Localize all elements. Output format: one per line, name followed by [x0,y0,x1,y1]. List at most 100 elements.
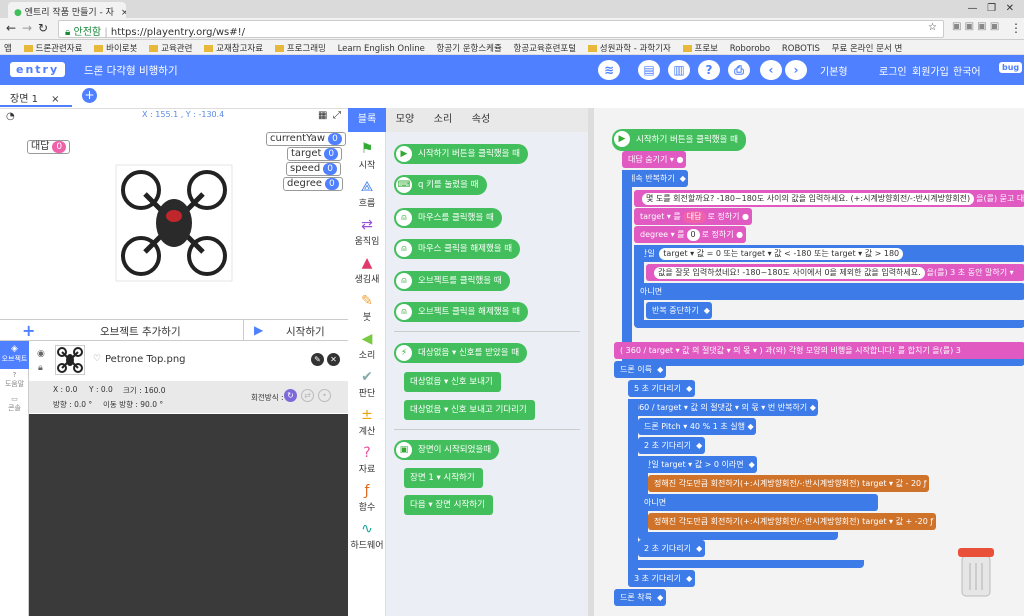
wait-block[interactable]: 2 초 기다리기 ◆ [638,540,705,557]
start-event-block[interactable]: ▶ 시작하기 버튼을 클릭했을 때 [612,129,747,151]
ask-block[interactable]: 몇 도를 회전할까요? -180~180도 사이의 값을 입력하세요. (+:시… [634,190,1024,207]
undo-icon[interactable]: ‹ [760,60,782,80]
category-calc[interactable]: ± 계산 [348,402,386,442]
bookmark-item[interactable]: 프로그래밍 [274,42,326,54]
bookmark-item[interactable]: Learn English Online [338,44,425,54]
rotate-cw-block[interactable]: 정해진 각도만큼 회전하기(+:시계방향회전/-:반시계방향회전) target… [648,475,930,492]
stop-repeat-block[interactable]: 반복 중단하기 ◆ [646,302,713,319]
palette-block[interactable]: 다음 ▾ 장면 시작하기 [404,495,494,515]
hide-answer-block[interactable]: 대답 숨기기 ▾ ● [622,151,686,168]
object-y[interactable]: Y : 0.0 [89,385,113,394]
bookmark-item[interactable]: 교재참고자료 [204,42,263,54]
wait-block[interactable]: 2 초 기다리기 ◆ [638,437,705,454]
repeat-block[interactable]: 360 / target ▾ 값 의 절댓값 ▾ 의 몫 ▾ 번 반복하기 ◆ [628,399,819,416]
bookmark-item[interactable]: 무료 온라인 문서 변 [832,42,903,54]
drone-sprite[interactable] [115,164,233,282]
help-icon[interactable]: ? [698,60,720,80]
bookmark-item[interactable]: 교육관련 [149,42,192,54]
rotate-horizontal-icon[interactable]: ⇄ [301,389,314,402]
set-degree-block[interactable]: degree ▾ 를0로 정하기 ● [634,226,746,243]
category-start[interactable]: ⚑ 시작 [348,136,386,176]
minimize-icon[interactable]: — [968,3,978,14]
say-polygon-block[interactable]: ( 360 / target ▾ 값 의 절댓값 ▾ 의 몫 ▾ ) 과(와) … [614,342,1024,359]
tab-console[interactable]: ▭ 콘솔 [0,395,29,421]
tab-blocks[interactable]: 블록 [348,108,386,132]
category-data[interactable]: ? 자료 [348,440,386,480]
palette-block[interactable]: ⍝ 오브젝트 클릭을 해제했을 때 [394,302,529,322]
entry-logo[interactable]: entry [10,62,66,77]
project-title[interactable]: 드론 다각형 비행하기 [84,63,178,78]
print-icon[interactable]: ⎙ [728,60,750,80]
bookmark-item[interactable]: 드론관련자료 [23,42,82,54]
speed-gauge-icon[interactable]: ◔ [6,111,15,122]
land-block[interactable]: 드론 착륙 ◆ [614,589,666,606]
palette-block[interactable]: ⍝ 오브젝트를 클릭했을 때 [394,271,510,291]
add-scene-button[interactable]: + [82,88,97,103]
star-icon[interactable]: ☆ [928,22,937,33]
tab-properties[interactable]: 속성 [462,108,500,132]
palette-block[interactable]: ⍝ 마우스를 클릭했을 때 [394,208,502,228]
object-card[interactable]: ◉ 🔒︎ ♡ Petrone Top.png ✎ ✕ X : 0.0 Y : 0… [29,341,348,413]
bug-button[interactable]: bug [999,62,1023,73]
eye-icon[interactable]: ◉ [37,349,45,359]
forward-icon[interactable]: → [22,21,32,35]
start-button[interactable]: 시작하기 [286,324,325,339]
category-motion[interactable]: ⇄ 움직임 [348,212,386,252]
save-icon[interactable]: ▥ [668,60,690,80]
rotate-ccw-block[interactable]: 정해진 각도만큼 회전하기(+:시계방향회전/-:반시계방향회전) target… [648,513,936,530]
stage[interactable]: ◔ X : 155.1 , Y : -130.4 ▦ ⤢ 대답 0 current… [0,108,348,318]
plus-icon[interactable]: + [22,321,35,340]
category-hardware[interactable]: ∿ 하드웨어 [348,516,386,556]
palette-block[interactable]: ▣ 장면이 시작되었을때 [394,440,500,460]
bookmark-item[interactable]: 항공기 운항스케쥴 [437,42,502,54]
close-window-icon[interactable]: ✕ [1006,3,1014,14]
palette-block[interactable]: ▶ 시작하기 버튼을 클릭했을 때 [394,144,529,164]
new-file-icon[interactable]: ▤ [638,60,660,80]
bookmark-item[interactable]: ROBOTIS [782,44,820,54]
bookmark-item[interactable]: 성원과학 - 과학기자 [587,42,671,54]
pitch-block[interactable]: 드론 Pitch ▾ 40 % 1 초 실행 ◆ [638,418,757,435]
back-icon[interactable]: ← [6,21,16,35]
if-block[interactable]: 만일 target ▾ 값 = 0 또는 target ▾ 값 < -180 또… [634,245,1024,262]
trash-icon[interactable] [956,546,996,598]
menu-icon[interactable]: ⋮ [1010,21,1022,35]
category-judgement[interactable]: ✔ 판단 [348,364,386,404]
category-function[interactable]: ƒ 함수 [348,478,386,518]
palette-block[interactable]: 대상없음 ▾ 신호 보내기 [404,372,501,392]
object-move-direction[interactable]: 이동 방향 : 90.0 ° [103,399,163,410]
play-icon[interactable]: ▶ [254,323,263,337]
object-size[interactable]: 크기 : 160.0 [123,385,166,396]
object-x[interactable]: X : 0.0 [53,385,77,394]
takeoff-block[interactable]: 드론 이륙 ◆ [614,361,666,378]
object-direction[interactable]: 방향 : 0.0 ° [53,399,92,410]
if-positive-block[interactable]: 만일 target ▾ 값 > 0 이라면 ◆ [638,456,758,473]
edit-icon[interactable]: ✎ [311,353,324,366]
wait-block[interactable]: 5 초 기다리기 ◆ [628,380,695,397]
bookmark-item[interactable]: 바이로봇 [94,42,137,54]
grid-icon[interactable]: ▦ [318,110,327,121]
object-name[interactable]: Petrone Top.png [105,354,186,365]
script-workspace[interactable]: ▶ 시작하기 버튼을 클릭했을 때 대답 숨기기 ▾ ● 계속 반복하기 ◆ 몇 … [593,108,1024,616]
wait-block[interactable]: 3 초 기다리기 ◆ [628,570,695,587]
tab-shapes[interactable]: 모양 [386,108,424,132]
palette-block[interactable]: ⌨ q 키를 눌렀을 때 [394,175,487,195]
palette-block[interactable]: ⍝ 마우스 클릭을 해제했을 때 [394,239,521,259]
rotate-none-icon[interactable]: • [318,389,331,402]
palette-block[interactable]: 장면 1 ▾ 시작하기 [404,468,483,488]
palette-block[interactable]: 대상없음 ▾ 신호 보내고 기다리기 [404,400,535,420]
maximize-icon[interactable]: ❐ [987,3,996,14]
fullscreen-icon[interactable]: ⤢ [333,110,341,121]
say-block[interactable]: 값을 잘못 입력하셨네요! -180~180도 사이에서 0을 제외한 값을 입… [646,264,1024,281]
add-object-button[interactable]: 오브젝트 추가하기 [100,324,181,339]
login-link[interactable]: 로그인 [879,63,907,78]
url-field[interactable]: 🔒︎ 안전함 | https://playentry.org/ws#!/ ☆ [58,20,944,38]
set-target-block[interactable]: target ▾ 를 대답 로 정하기 ● [634,208,752,225]
category-flow[interactable]: ⟁ 흐름 [348,174,386,214]
language-select[interactable]: 한국어 [953,63,981,78]
bookmark-item[interactable]: 프로보 [682,42,718,54]
share-icon[interactable]: ≋ [598,60,620,80]
close-icon[interactable]: × [51,94,59,105]
category-brush[interactable]: ✎ 붓 [348,288,386,328]
extension-icons[interactable]: ▣ ▣ ▣ ▣ [952,21,999,32]
tab-objects[interactable]: ◈ 오브젝트 [0,341,29,369]
